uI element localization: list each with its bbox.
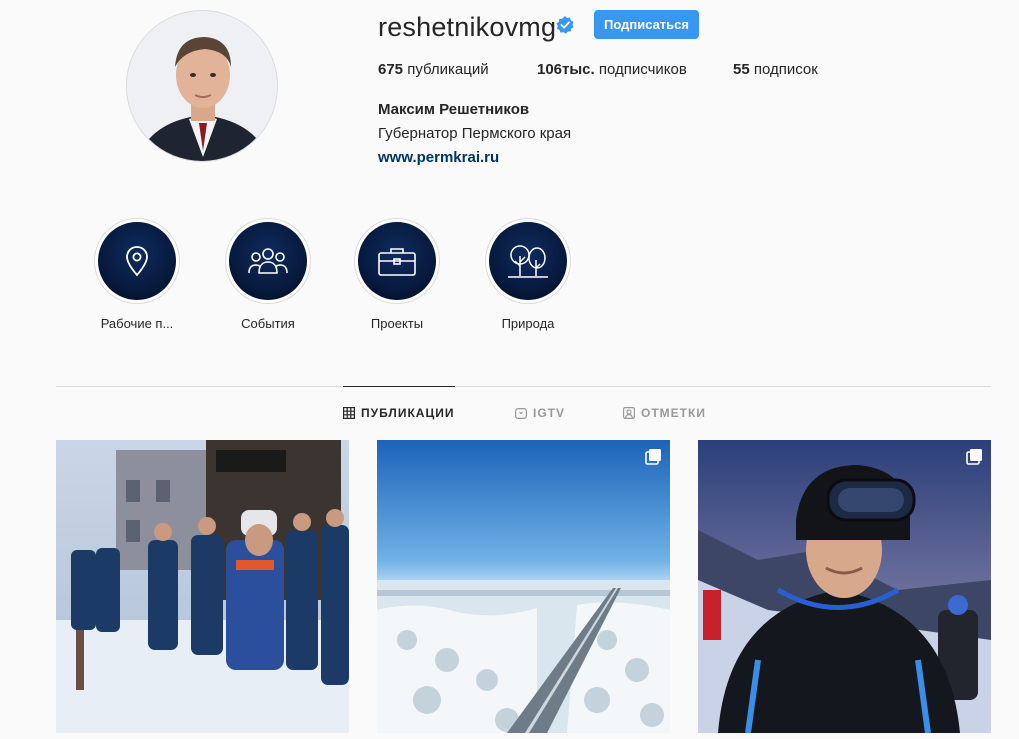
highlight-cover xyxy=(229,222,307,300)
stat-posts: 675 публикаций xyxy=(378,61,489,78)
highlight-label: Природа xyxy=(501,316,555,331)
tab-igtv[interactable]: IGTV xyxy=(515,406,565,420)
active-tab-indicator xyxy=(343,386,455,387)
people-icon xyxy=(248,248,288,274)
verified-badge-icon xyxy=(556,16,574,34)
profile-website-link[interactable]: www.permkrai.ru xyxy=(378,149,499,166)
post-thumbnail[interactable] xyxy=(377,440,670,733)
briefcase-icon xyxy=(378,248,416,276)
stat-following[interactable]: 55 подписок xyxy=(733,61,818,78)
profile-bio: Губернатор Пермского края xyxy=(378,125,572,142)
location-pin-icon xyxy=(126,246,148,277)
profile-avatar[interactable] xyxy=(126,10,278,162)
highlight-ring xyxy=(354,218,440,304)
post-thumbnail[interactable] xyxy=(56,440,349,733)
highlight-label: Рабочие п... xyxy=(100,316,174,331)
tab-label: IGTV xyxy=(533,406,566,420)
post-image-skier xyxy=(698,440,991,733)
posts-count: 675 xyxy=(378,61,404,78)
highlight-events[interactable]: События xyxy=(208,218,328,331)
highlight-cover xyxy=(358,222,436,300)
tab-label: ПУБЛИКАЦИИ xyxy=(361,406,455,420)
followers-count: 106тыс. xyxy=(537,61,595,78)
follow-button[interactable]: Подписаться xyxy=(594,10,699,39)
igtv-icon xyxy=(515,408,527,419)
highlight-label: События xyxy=(241,316,295,331)
grid-icon xyxy=(343,407,355,419)
tagged-icon xyxy=(623,407,635,419)
followers-label: подписчиков xyxy=(594,61,687,78)
highlight-cover xyxy=(489,222,567,300)
multiple-photos-icon xyxy=(645,449,661,465)
tabs-divider xyxy=(56,386,991,387)
stat-followers[interactable]: 106тыс. подписчиков xyxy=(537,61,687,78)
following-label: подписок xyxy=(749,61,818,78)
trees-icon xyxy=(508,245,548,278)
tab-label: ОТМЕТКИ xyxy=(641,406,706,420)
tab-tagged[interactable]: ОТМЕТКИ xyxy=(623,406,706,420)
highlight-cover xyxy=(98,222,176,300)
profile-username: reshetnikovmg xyxy=(378,12,557,42)
highlight-ring xyxy=(225,218,311,304)
highlight-projects[interactable]: Проекты xyxy=(337,218,457,331)
tab-posts[interactable]: ПУБЛИКАЦИИ xyxy=(343,406,454,420)
highlight-ring xyxy=(94,218,180,304)
highlight-nature[interactable]: Природа xyxy=(468,218,588,331)
following-count: 55 xyxy=(733,61,750,78)
multiple-photos-icon xyxy=(966,449,982,465)
profile-full-name: Максим Решетников xyxy=(378,101,530,118)
avatar-photo xyxy=(127,11,277,161)
highlight-ring xyxy=(485,218,571,304)
post-image-emergency-workers xyxy=(56,440,349,733)
highlight-label: Проекты xyxy=(370,316,424,331)
post-thumbnail[interactable] xyxy=(698,440,991,733)
highlight-work[interactable]: Рабочие п... xyxy=(77,218,197,331)
post-image-snowy-road xyxy=(377,440,670,733)
posts-label: публикаций xyxy=(403,61,489,78)
